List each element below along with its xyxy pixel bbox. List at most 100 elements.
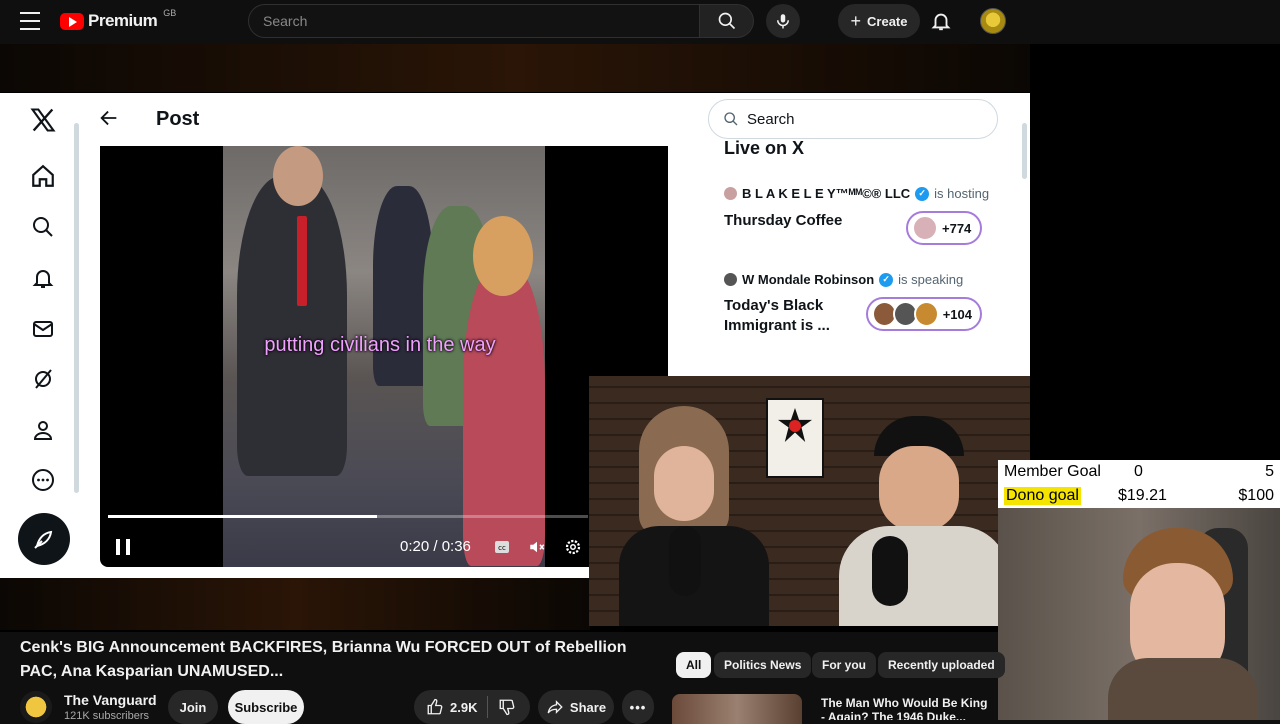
- space-title[interactable]: Today's Black Immigrant is ...: [724, 296, 854, 336]
- space-listeners[interactable]: +104: [866, 297, 982, 331]
- stream-goals-panel: Member Goal 0 5 Dono goal $19.21 $100: [998, 460, 1280, 510]
- notifications-bell-icon[interactable]: [28, 263, 58, 293]
- verified-badge-icon: ✓: [879, 272, 894, 287]
- arrow-left-icon: [100, 110, 117, 126]
- dono-goal-current: $19.21: [1118, 487, 1167, 504]
- dono-goal-target: $100: [1238, 487, 1274, 504]
- explore-search-icon[interactable]: [28, 212, 58, 242]
- video-progress-fill: [108, 515, 377, 518]
- share-label: Share: [569, 699, 607, 715]
- divider: [487, 696, 489, 718]
- video-person-head: [473, 216, 533, 296]
- channel-name[interactable]: The Vanguard: [64, 692, 157, 708]
- svg-text:cc: cc: [498, 544, 506, 552]
- recommended-title[interactable]: The Man Who Would Be King - Again? The 1…: [821, 696, 991, 720]
- video-caption: putting civilians in the way: [264, 334, 496, 356]
- account-avatar[interactable]: [980, 8, 1006, 34]
- x-logo-icon[interactable]: [28, 105, 58, 135]
- video-tie: [297, 216, 307, 306]
- verified-badge-icon: ✓: [915, 186, 930, 201]
- host-status: is hosting: [934, 186, 990, 201]
- thumbs-down-icon[interactable]: [498, 698, 516, 716]
- video-time: 0:20 / 0:36: [400, 538, 471, 555]
- create-label: Create: [867, 13, 908, 29]
- grok-icon[interactable]: [28, 364, 58, 394]
- captions-icon[interactable]: cc: [493, 538, 511, 556]
- overlay-band-top: [0, 44, 1030, 92]
- channel-avatar[interactable]: [20, 691, 52, 723]
- youtube-logo[interactable]: Premium GB: [60, 8, 176, 31]
- microphone-icon: [777, 14, 789, 29]
- back-button[interactable]: [98, 107, 120, 134]
- chip-recently-uploaded[interactable]: Recently uploaded: [878, 652, 1005, 678]
- more-actions-button[interactable]: •••: [622, 690, 654, 724]
- live-section-title: Live on X: [724, 138, 805, 158]
- messages-mail-icon[interactable]: [28, 314, 58, 344]
- notifications-button[interactable]: [930, 9, 952, 38]
- settings-gear-icon[interactable]: [564, 538, 582, 556]
- profile-icon[interactable]: [28, 415, 58, 445]
- search-button[interactable]: [700, 4, 754, 38]
- overlay-band-bottom: [0, 578, 590, 630]
- streamer-shirt: [1108, 658, 1258, 720]
- video-frame: [223, 146, 545, 567]
- member-goal-target: 5: [1265, 463, 1274, 480]
- create-button[interactable]: + Create: [838, 4, 920, 38]
- feather-icon: [34, 530, 53, 549]
- search-icon: [724, 112, 738, 126]
- x-search-placeholder: Search: [747, 110, 795, 128]
- host-name: B L A K E L E Y™ᴹᴹ©® LLC: [742, 186, 911, 201]
- video-title: Cenk's BIG Announcement BACKFIRES, Brian…: [20, 639, 627, 680]
- video-person-head: [273, 146, 323, 206]
- pause-icon[interactable]: [116, 539, 130, 555]
- chip-all[interactable]: All: [676, 652, 712, 678]
- space-host-line[interactable]: W Mondale Robinson ✓ is speaking: [724, 272, 963, 287]
- member-goal-current: 0: [1134, 463, 1143, 480]
- share-button[interactable]: Share: [538, 690, 614, 724]
- space-title[interactable]: Thursday Coffee: [724, 211, 842, 231]
- youtube-topbar: Premium GB Search + Create: [0, 0, 1030, 44]
- join-button[interactable]: Join: [168, 690, 218, 724]
- search-input[interactable]: Search: [248, 4, 700, 38]
- host-avatar: [724, 273, 737, 286]
- mute-icon[interactable]: [528, 538, 546, 556]
- listener-avatar: [912, 215, 938, 241]
- share-icon: [547, 700, 563, 714]
- video-progress-bar[interactable]: [108, 515, 588, 518]
- host-right: [829, 416, 1009, 626]
- x-search-input[interactable]: Search: [708, 99, 998, 139]
- menu-icon[interactable]: [20, 12, 40, 30]
- streamer-webcam: [998, 508, 1280, 720]
- more-icon[interactable]: [28, 465, 58, 495]
- subscribe-button[interactable]: Subscribe: [228, 690, 304, 724]
- plus-icon: +: [850, 10, 862, 31]
- right-column-scrollbar[interactable]: [1022, 123, 1027, 179]
- like-count[interactable]: 2.9K: [450, 700, 477, 715]
- thumbs-up-icon[interactable]: [426, 698, 444, 716]
- space-listeners[interactable]: +774: [906, 211, 982, 245]
- compose-post-button[interactable]: [18, 513, 70, 565]
- listener-count: +104: [942, 306, 973, 322]
- listener-count: +774: [942, 220, 972, 236]
- microphone: [872, 536, 908, 606]
- search-icon: [718, 12, 735, 30]
- podcast-webcam: [589, 376, 1030, 626]
- host-status: is speaking: [898, 272, 964, 287]
- space-host-line[interactable]: B L A K E L E Y™ᴹᴹ©® LLC ✓ is hosting: [724, 186, 989, 201]
- more-horizontal-icon: •••: [629, 699, 647, 715]
- member-goal-row: Member Goal 0 5: [1004, 461, 1274, 483]
- sidebar-scrollbar[interactable]: [74, 123, 79, 493]
- host-avatar: [724, 187, 737, 200]
- bell-icon: [931, 13, 951, 31]
- stream-side-area: [1030, 44, 1280, 504]
- post-video-player[interactable]: putting civilians in the way 0:20 / 0:36…: [100, 146, 668, 567]
- dono-goal-label: Dono goal: [1004, 487, 1081, 505]
- chip-politics-news[interactable]: Politics News: [714, 652, 812, 678]
- video-person: [237, 176, 347, 476]
- home-icon[interactable]: [28, 161, 58, 191]
- channel-subscribers: 121K subscribers: [64, 710, 149, 722]
- page-title: Post: [156, 108, 200, 130]
- voice-search-button[interactable]: [766, 4, 800, 38]
- host-name: W Mondale Robinson: [742, 272, 875, 287]
- chip-for-you[interactable]: For you: [812, 652, 876, 678]
